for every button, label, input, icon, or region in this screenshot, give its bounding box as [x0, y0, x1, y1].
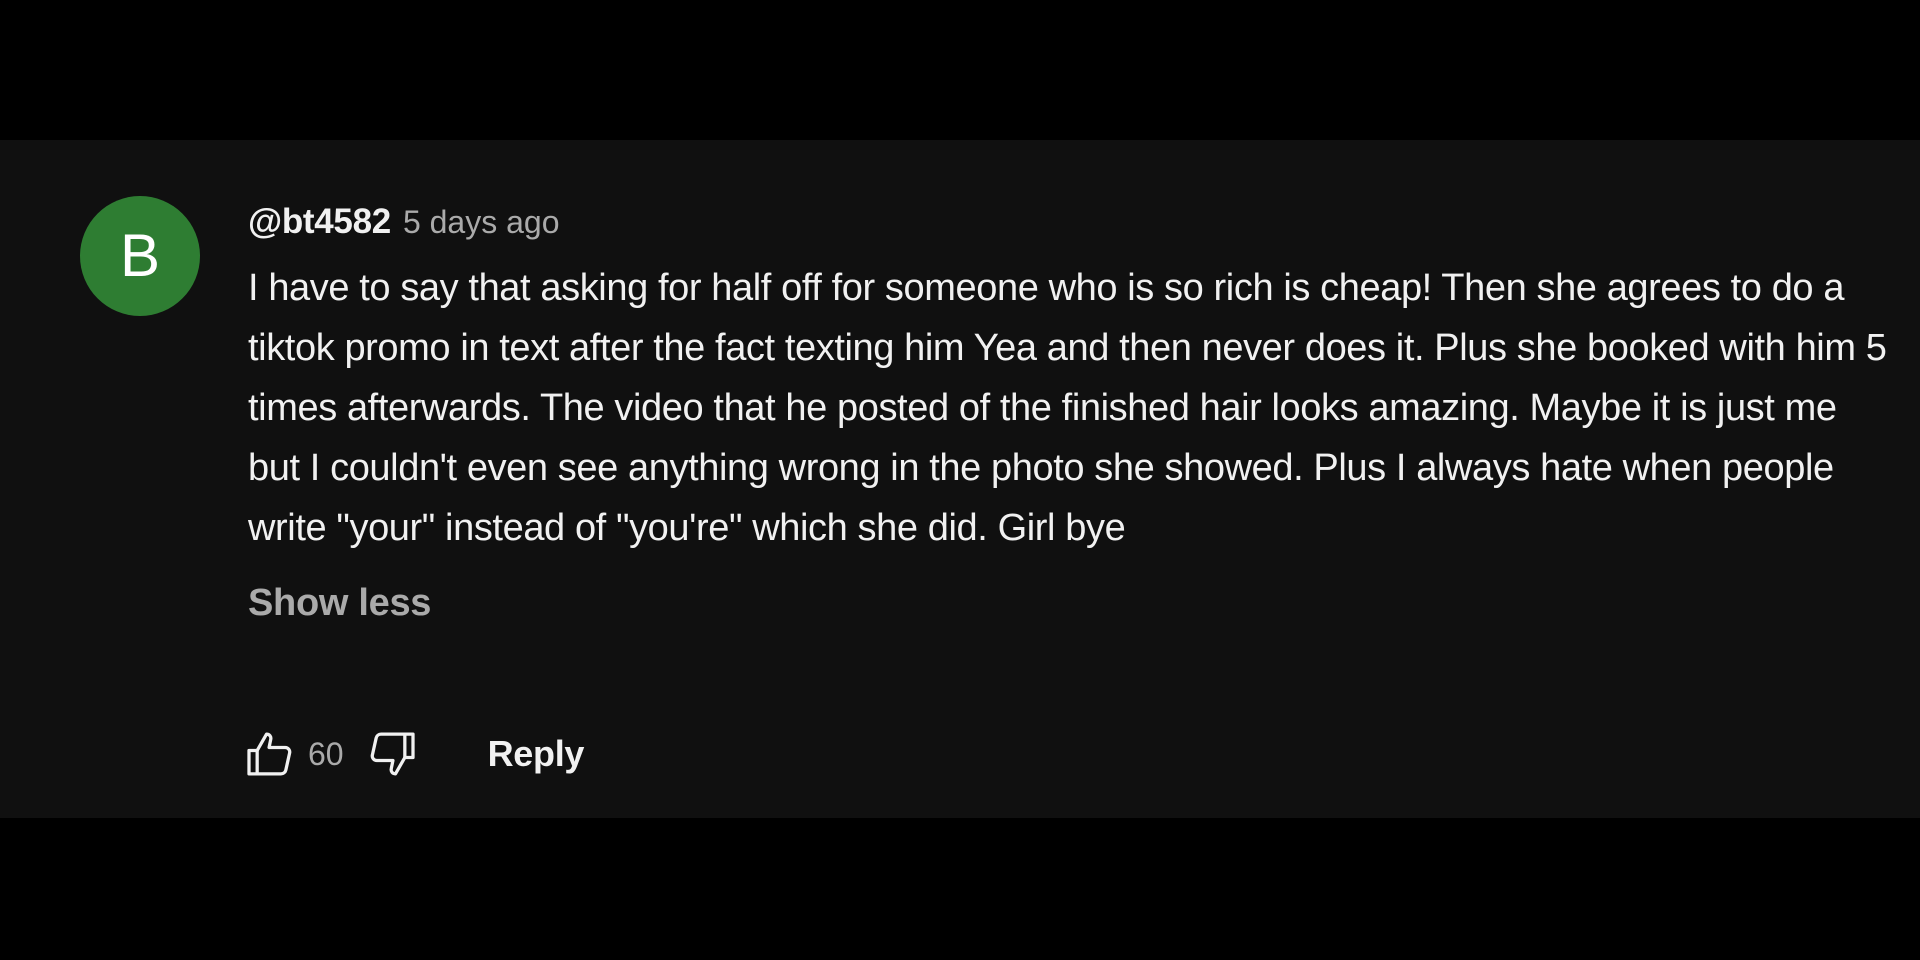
author-handle[interactable]: @bt4582 [248, 202, 391, 242]
show-less-button[interactable]: Show less [248, 582, 431, 625]
reply-button[interactable]: Reply [488, 733, 585, 775]
avatar-letter: B [119, 222, 161, 289]
comment-timestamp[interactable]: 5 days ago [403, 204, 560, 241]
comment-panel: B @bt4582 5 days ago I have to say that … [0, 140, 1920, 818]
comment-body: @bt4582 5 days ago I have to say that as… [248, 202, 1888, 625]
thumbs-up-icon [247, 732, 292, 776]
comment-header: @bt4582 5 days ago [248, 202, 1888, 244]
comment-text: I have to say that asking for half off f… [248, 267, 1887, 549]
avatar[interactable]: B [80, 196, 200, 316]
thumbs-down-icon [370, 732, 415, 776]
like-count: 60 [308, 735, 344, 772]
comment-actions: 60 Reply [240, 726, 584, 782]
dislike-button[interactable] [362, 726, 422, 782]
like-button[interactable] [240, 726, 300, 782]
